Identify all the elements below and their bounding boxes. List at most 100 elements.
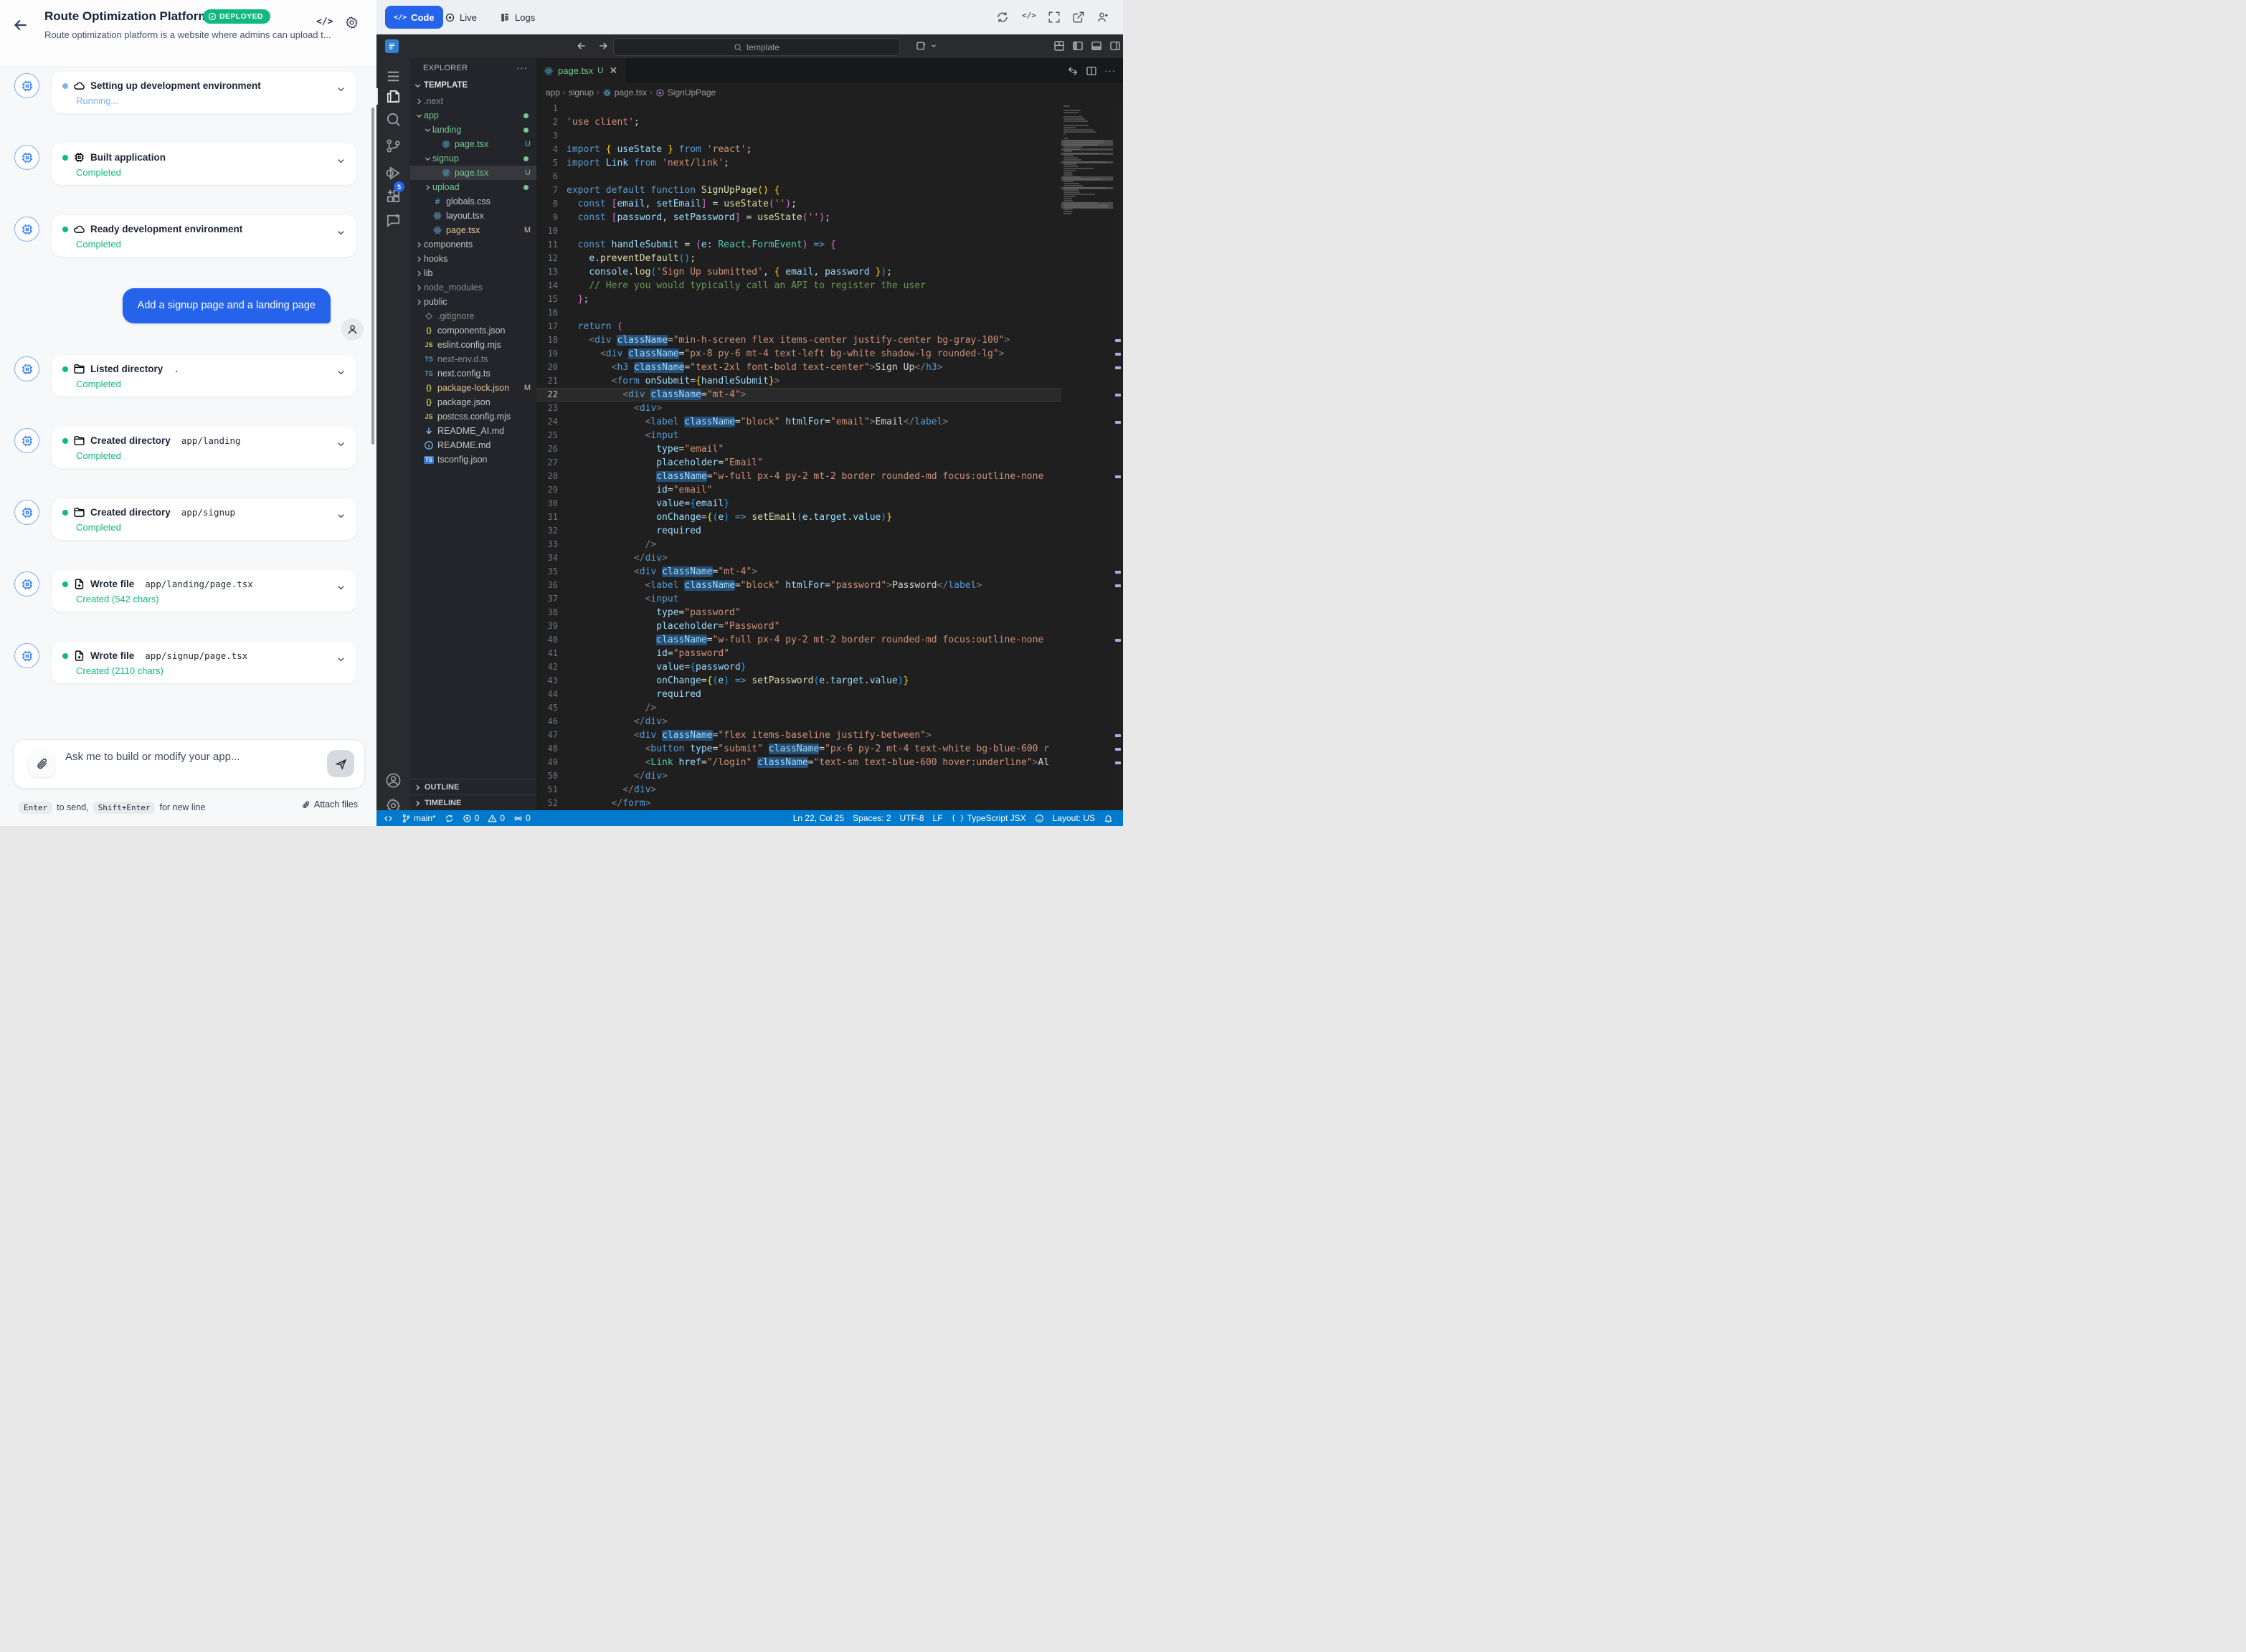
- nav-forward-icon[interactable]: [597, 40, 609, 52]
- compare-changes-icon[interactable]: [1067, 65, 1079, 77]
- tree-item-app[interactable]: app: [410, 108, 536, 123]
- attach-paperclip-button[interactable]: [28, 750, 55, 777]
- logs-tab-button[interactable]: Logs: [500, 6, 535, 29]
- toggle-sidebar-icon[interactable]: [1072, 40, 1084, 52]
- task-card[interactable]: Built applicationCompleted: [52, 143, 356, 185]
- close-tab-icon[interactable]: ✕: [609, 65, 617, 77]
- menu-icon[interactable]: [385, 68, 402, 85]
- open-code-icon[interactable]: </>: [1022, 11, 1035, 24]
- chat-input[interactable]: [64, 749, 325, 781]
- code-tab-button[interactable]: </> Code: [385, 6, 443, 29]
- chevron-down-icon[interactable]: [336, 654, 346, 665]
- live-tab-button[interactable]: Live: [445, 6, 477, 29]
- task-card[interactable]: Setting up development environmentRunnin…: [52, 72, 356, 113]
- task-card[interactable]: Wrote fileapp/landing/page.tsxCreated (5…: [52, 570, 356, 612]
- explorer-actions-icon[interactable]: ···: [516, 62, 528, 73]
- chevron-down-icon[interactable]: [336, 511, 346, 521]
- command-center-search[interactable]: template: [613, 38, 900, 56]
- share-user-icon[interactable]: [1096, 11, 1109, 24]
- scm-icon[interactable]: [385, 138, 402, 154]
- tree-item-postcss.config.mjs[interactable]: JSpostcss.config.mjs: [410, 409, 536, 424]
- task-card[interactable]: Listed directory.Completed: [52, 355, 356, 397]
- split-editor-icon[interactable]: [1086, 65, 1097, 77]
- nav-back-icon[interactable]: [576, 40, 587, 52]
- chevron-down-icon[interactable]: [336, 84, 346, 95]
- task-card[interactable]: Ready development environmentCompleted: [52, 215, 356, 257]
- tree-item-eslint.config.mjs[interactable]: JSeslint.config.mjs: [410, 338, 536, 352]
- status-spaces-2[interactable]: Spaces: 2: [848, 810, 895, 826]
- tree-item-public[interactable]: public: [410, 295, 536, 309]
- customize-layout-icon[interactable]: [1053, 40, 1065, 52]
- editor-actions-icon[interactable]: ···: [1104, 65, 1116, 77]
- tree-root-template[interactable]: TEMPLATE: [410, 78, 536, 92]
- tree-item-.gitignore[interactable]: .gitignore: [410, 309, 536, 323]
- status-0[interactable]: 0: [458, 810, 484, 826]
- tree-item-next.config.ts[interactable]: TSnext.config.ts: [410, 366, 536, 381]
- status-0[interactable]: 0: [509, 810, 535, 826]
- status-layout-us[interactable]: Layout: US: [1048, 810, 1099, 826]
- breadcrumb-page.tsx[interactable]: page.tsx: [602, 87, 647, 98]
- breadcrumb-signup[interactable]: signup: [569, 87, 594, 98]
- task-card[interactable]: Wrote fileapp/signup/page.tsxCreated (21…: [52, 642, 356, 683]
- task-card[interactable]: Created directoryapp/landingCompleted: [52, 427, 356, 468]
- task-card[interactable]: Created directoryapp/signupCompleted: [52, 498, 356, 540]
- vscode-logo-icon[interactable]: [385, 39, 399, 53]
- settings-gear-icon[interactable]: [345, 16, 359, 29]
- breadcrumb-app[interactable]: app: [546, 87, 560, 98]
- send-button[interactable]: [327, 750, 354, 777]
- fullscreen-icon[interactable]: [1048, 11, 1061, 24]
- files-icon[interactable]: [385, 88, 402, 105]
- status-lf[interactable]: LF: [929, 810, 947, 826]
- code-area[interactable]: 12'use client';34import { useState } fro…: [536, 102, 1061, 810]
- open-external-icon[interactable]: [1072, 11, 1085, 24]
- breadcrumb-signuppage[interactable]: SignUpPage: [655, 87, 716, 98]
- tree-item-package.json[interactable]: {}package.json: [410, 395, 536, 409]
- tree-item-hooks[interactable]: hooks: [410, 252, 536, 266]
- status-main-[interactable]: main*: [397, 810, 440, 826]
- minimap[interactable]: [1061, 102, 1113, 810]
- tree-item-.next[interactable]: .next: [410, 94, 536, 108]
- tree-item-node-modules[interactable]: node_modules: [410, 280, 536, 295]
- refresh-icon[interactable]: [996, 11, 1009, 24]
- toggle-panel-icon[interactable]: [1091, 40, 1102, 52]
- status-typescript-jsx[interactable]: { }TypeScript JSX: [947, 810, 1030, 826]
- status-utf-8[interactable]: UTF-8: [896, 810, 929, 826]
- tree-item-readme-ai.md[interactable]: README_AI.md: [410, 424, 536, 438]
- chevron-down-icon[interactable]: [930, 42, 937, 49]
- tree-item-globals.css[interactable]: #globals.css: [410, 194, 536, 209]
- status-remote[interactable]: [379, 810, 397, 826]
- chevron-down-icon[interactable]: [336, 582, 346, 593]
- tree-item-page.tsx[interactable]: page.tsxU: [410, 166, 536, 180]
- tree-item-upload[interactable]: upload: [410, 180, 536, 194]
- overview-ruler[interactable]: [1113, 102, 1123, 810]
- outline-section[interactable]: OUTLINE: [410, 779, 536, 795]
- view-code-icon[interactable]: </>: [316, 16, 333, 27]
- search-icon[interactable]: [385, 111, 402, 128]
- status-smiley[interactable]: [1030, 810, 1048, 826]
- status-sync[interactable]: [440, 810, 458, 826]
- tree-item-lib[interactable]: lib: [410, 266, 536, 280]
- account-icon[interactable]: [385, 772, 402, 789]
- chevron-down-icon[interactable]: [336, 227, 346, 238]
- back-button[interactable]: [11, 16, 30, 34]
- tree-item-layout.tsx[interactable]: layout.tsx: [410, 209, 536, 223]
- chat-icon[interactable]: [385, 212, 402, 229]
- tree-item-components[interactable]: components: [410, 237, 536, 252]
- chevron-down-icon[interactable]: [336, 156, 346, 166]
- chevron-down-icon[interactable]: [336, 367, 346, 378]
- tree-item-tsconfig.json[interactable]: TStsconfig.json: [410, 452, 536, 467]
- tree-item-components.json[interactable]: {}components.json: [410, 323, 536, 338]
- timeline-section[interactable]: TIMELINE: [410, 794, 536, 811]
- tree-item-package-lock.json[interactable]: {}package-lock.jsonM: [410, 381, 536, 395]
- chat-scrollbar[interactable]: [371, 108, 374, 445]
- tree-item-next-env.d.ts[interactable]: TSnext-env.d.ts: [410, 352, 536, 366]
- tree-item-page.tsx[interactable]: page.tsxU: [410, 137, 536, 151]
- tree-item-readme.md[interactable]: README.md: [410, 438, 536, 452]
- tree-item-signup[interactable]: signup: [410, 151, 536, 166]
- status-bell[interactable]: [1099, 810, 1117, 826]
- attach-files-button[interactable]: Attach files: [301, 799, 358, 810]
- tree-item-page.tsx[interactable]: page.tsxM: [410, 223, 536, 237]
- chevron-down-icon[interactable]: [336, 439, 346, 450]
- status-ln-22-col-25[interactable]: Ln 22, Col 25: [789, 810, 848, 826]
- debug-icon[interactable]: [385, 165, 402, 181]
